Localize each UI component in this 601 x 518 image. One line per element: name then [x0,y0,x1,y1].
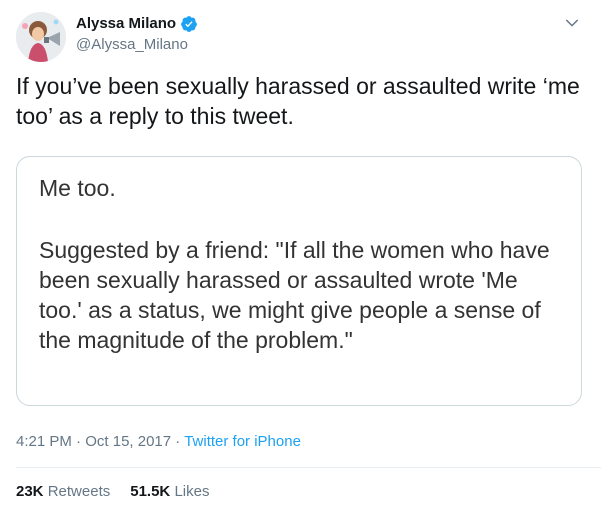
avatar[interactable] [16,12,66,62]
media-text-body: Suggested by a friend: "If all the women… [39,237,550,353]
tweet-time[interactable]: 4:21 PM [16,433,72,450]
avatar-illustration [16,12,66,62]
tweet: Alyssa Milano @Alyssa_Milano If you’ve b… [0,0,601,518]
tweet-text: If you’ve been sexually harassed or assa… [16,73,580,129]
author-name-row[interactable]: Alyssa Milano [76,14,198,34]
retweets-count: 23K [16,483,44,500]
meta-separator: · [71,433,86,450]
retweets-label: Retweets [47,483,111,500]
verified-badge-icon [180,15,198,33]
tweet-source-link[interactable]: Twitter for iPhone [184,433,301,450]
likes-label: Likes [174,483,210,500]
media-text-heading: Me too. [39,175,116,201]
display-name[interactable]: Alyssa Milano [76,14,176,34]
meta-separator: · [171,433,185,450]
tweet-date[interactable]: Oct 15, 2017 [85,433,171,450]
retweets-stat[interactable]: 23K Retweets [16,482,110,502]
likes-count: 51.5K [130,483,171,500]
author-handle[interactable]: @Alyssa_Milano [76,35,188,55]
tweet-stats: 23K Retweets 51.5K Likes [16,482,229,502]
likes-stat[interactable]: 51.5K Likes [130,482,209,502]
tweet-metadata: 4:21 PM · Oct 15, 2017 · Twitter for iPh… [16,432,301,452]
chevron-down-icon[interactable] [563,14,581,32]
media-image[interactable]: Me too. Suggested by a friend: "If all t… [16,156,582,406]
divider [16,467,601,468]
